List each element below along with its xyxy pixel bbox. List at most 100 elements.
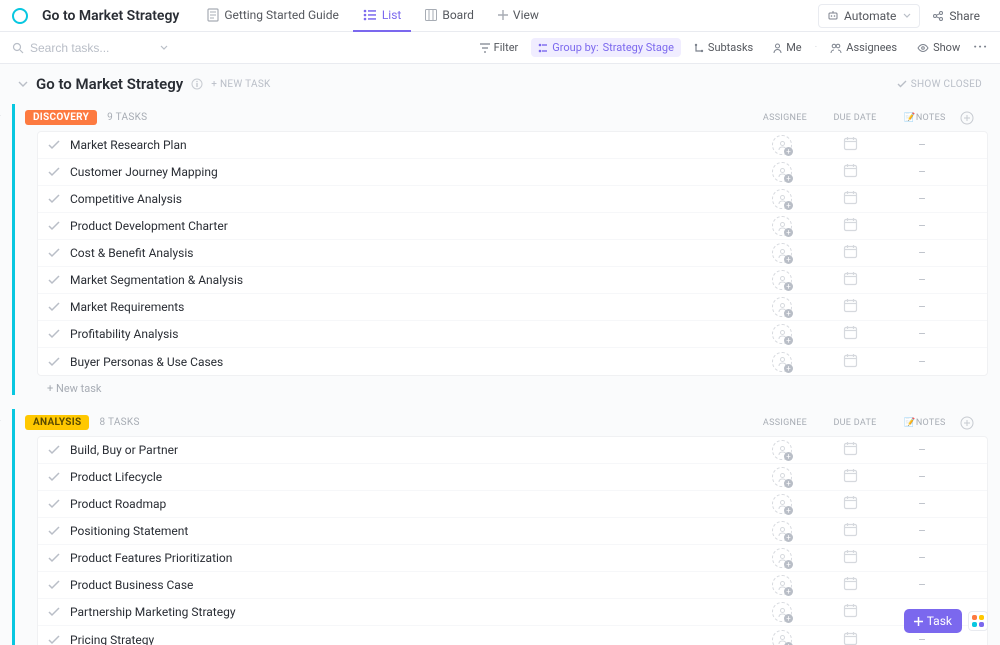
notes-cell[interactable]: –	[887, 551, 957, 565]
me-chip[interactable]: Me	[766, 38, 808, 57]
assignee-cell[interactable]	[747, 602, 817, 622]
task-row[interactable]: Competitive Analysis–	[38, 186, 987, 213]
notes-cell[interactable]: –	[887, 138, 957, 152]
task-row[interactable]: Build, Buy or Partner–	[38, 437, 987, 464]
notes-cell[interactable]: –	[887, 578, 957, 592]
task-row[interactable]: Product Business Case–	[38, 572, 987, 599]
assignee-cell[interactable]	[747, 494, 817, 514]
due-cell[interactable]	[817, 441, 887, 459]
check-icon[interactable]	[48, 607, 60, 617]
task-row[interactable]: Cost & Benefit Analysis–	[38, 240, 987, 267]
check-icon[interactable]	[48, 167, 60, 177]
due-cell[interactable]	[817, 163, 887, 181]
subtasks-chip[interactable]: Subtasks	[687, 38, 760, 57]
assignee-cell[interactable]	[747, 575, 817, 595]
notes-cell[interactable]: –	[887, 524, 957, 538]
new-task-fab[interactable]: Task	[904, 609, 962, 633]
due-cell[interactable]	[817, 353, 887, 371]
assignee-cell[interactable]	[747, 467, 817, 487]
due-cell[interactable]	[817, 271, 887, 289]
task-row[interactable]: Buyer Personas & Use Cases–	[38, 348, 987, 375]
due-cell[interactable]	[817, 298, 887, 316]
assignee-cell[interactable]	[747, 243, 817, 263]
show-closed-button[interactable]: SHOW CLOSED	[897, 79, 982, 90]
notes-cell[interactable]: –	[887, 470, 957, 484]
due-cell[interactable]	[817, 549, 887, 567]
task-row[interactable]: Product Lifecycle–	[38, 464, 987, 491]
chevron-down-icon[interactable]	[18, 81, 28, 88]
due-cell[interactable]	[817, 522, 887, 540]
task-row[interactable]: Market Segmentation & Analysis–	[38, 267, 987, 294]
share-button[interactable]: Share	[924, 4, 988, 28]
assignee-cell[interactable]	[747, 630, 817, 645]
group-badge[interactable]: DISCOVERY	[25, 110, 97, 125]
add-column-button[interactable]	[960, 111, 990, 125]
new-task-button[interactable]: + NEW TASK	[211, 79, 270, 90]
due-cell[interactable]	[817, 631, 887, 645]
tab-add-view[interactable]: View	[488, 0, 549, 32]
filter-chip[interactable]: Filter	[473, 38, 526, 57]
assignee-cell[interactable]	[747, 440, 817, 460]
group-badge[interactable]: ANALYSIS	[25, 415, 89, 430]
check-icon[interactable]	[48, 553, 60, 563]
assignee-cell[interactable]	[747, 135, 817, 155]
groupby-chip[interactable]: Group by: Strategy Stage	[531, 38, 681, 57]
check-icon[interactable]	[48, 635, 60, 645]
apps-grid-button[interactable]	[968, 611, 988, 631]
add-column-button[interactable]	[960, 416, 990, 430]
check-icon[interactable]	[48, 194, 60, 204]
check-icon[interactable]	[48, 140, 60, 150]
assignee-cell[interactable]	[747, 352, 817, 372]
due-cell[interactable]	[817, 136, 887, 154]
check-icon[interactable]	[48, 526, 60, 536]
tab-getting-started[interactable]: Getting Started Guide	[197, 0, 348, 32]
task-row[interactable]: Product Development Charter–	[38, 213, 987, 240]
check-icon[interactable]	[48, 275, 60, 285]
assignee-cell[interactable]	[747, 270, 817, 290]
assignee-cell[interactable]	[747, 324, 817, 344]
automate-button[interactable]: Automate	[818, 4, 920, 28]
show-chip[interactable]: Show	[910, 38, 967, 57]
check-icon[interactable]	[48, 302, 60, 312]
check-icon[interactable]	[48, 248, 60, 258]
due-cell[interactable]	[817, 325, 887, 343]
task-row[interactable]: Pricing Strategy–	[38, 626, 987, 645]
notes-cell[interactable]: –	[887, 443, 957, 457]
assignee-cell[interactable]	[747, 162, 817, 182]
chevron-down-icon[interactable]	[0, 419, 1, 426]
task-row[interactable]: Market Research Plan–	[38, 132, 987, 159]
assignees-chip[interactable]: Assignees	[823, 38, 904, 57]
assignee-cell[interactable]	[747, 521, 817, 541]
assignee-cell[interactable]	[747, 216, 817, 236]
check-icon[interactable]	[48, 580, 60, 590]
task-row[interactable]: Market Requirements–	[38, 294, 987, 321]
task-row[interactable]: Product Roadmap–	[38, 491, 987, 518]
chevron-down-icon[interactable]	[160, 45, 168, 50]
notes-cell[interactable]: –	[887, 192, 957, 206]
check-icon[interactable]	[48, 329, 60, 339]
check-icon[interactable]	[48, 499, 60, 509]
task-row[interactable]: Partnership Marketing Strategy–	[38, 599, 987, 626]
task-row[interactable]: Product Features Prioritization–	[38, 545, 987, 572]
notes-cell[interactable]: –	[887, 219, 957, 233]
search-input[interactable]	[30, 41, 130, 55]
tab-list[interactable]: List	[353, 0, 412, 32]
due-cell[interactable]	[817, 495, 887, 513]
due-cell[interactable]	[817, 468, 887, 486]
more-menu[interactable]: ···	[973, 40, 988, 55]
task-row[interactable]: Customer Journey Mapping–	[38, 159, 987, 186]
notes-cell[interactable]: –	[887, 246, 957, 260]
check-icon[interactable]	[48, 221, 60, 231]
notes-cell[interactable]: –	[887, 300, 957, 314]
check-icon[interactable]	[48, 445, 60, 455]
assignee-cell[interactable]	[747, 297, 817, 317]
new-task-link[interactable]: + New task	[15, 376, 1000, 395]
due-cell[interactable]	[817, 244, 887, 262]
due-cell[interactable]	[817, 217, 887, 235]
due-cell[interactable]	[817, 603, 887, 621]
info-icon[interactable]	[191, 78, 203, 90]
tab-board[interactable]: Board	[415, 0, 484, 32]
check-icon[interactable]	[48, 357, 60, 367]
notes-cell[interactable]: –	[887, 273, 957, 287]
due-cell[interactable]	[817, 576, 887, 594]
